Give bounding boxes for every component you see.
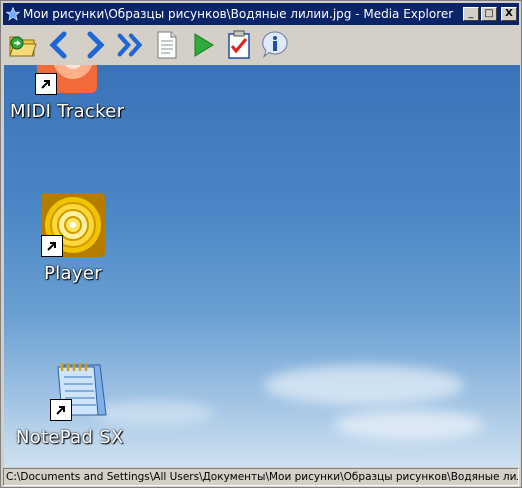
fast-forward-icon (117, 33, 143, 57)
image-view[interactable]: MIDI Tracker Player NotePad SX (4, 65, 520, 467)
minimize-button[interactable]: _ (463, 7, 479, 21)
forward-button[interactable] (79, 29, 111, 61)
shortcut-arrow-icon (35, 73, 58, 95)
folder-open-icon (9, 36, 37, 57)
desktop-icon-midi-tracker[interactable]: MIDI Tracker (10, 65, 124, 122)
maximize-button[interactable]: □ (481, 7, 497, 21)
shortcut-arrow-icon (41, 235, 63, 257)
desktop-icon-player[interactable]: Player (41, 193, 105, 284)
back-button[interactable] (43, 29, 75, 61)
play-button[interactable] (187, 29, 219, 61)
window-title: Мои рисунки\Образцы рисунков\Водяные лил… (23, 7, 454, 21)
open-folder-button[interactable] (7, 29, 39, 61)
title-bar[interactable]: Мои рисунки\Образцы рисунков\Водяные лил… (3, 3, 519, 25)
maximize-icon: □ (484, 8, 494, 19)
desktop-icon-label: MIDI Tracker (10, 101, 125, 122)
checklist-icon (228, 30, 250, 59)
fast-forward-button[interactable] (115, 29, 147, 61)
info-icon (262, 31, 288, 58)
toolbar (3, 25, 519, 65)
minimize-icon: _ (468, 8, 474, 19)
cloud (264, 365, 464, 405)
play-icon (194, 33, 214, 57)
status-bar: C:\Documents and Settings\All Users\Доку… (3, 468, 519, 486)
back-arrow-icon (49, 31, 67, 59)
forward-arrow-icon (87, 31, 105, 59)
info-button[interactable] (259, 29, 291, 61)
document-button[interactable] (151, 29, 183, 61)
desktop-icon-notepad[interactable]: NotePad SX (16, 357, 124, 448)
media-explorer-window: Мои рисунки\Образцы рисунков\Водяные лил… (0, 0, 522, 488)
close-icon: X (505, 8, 513, 19)
shortcut-arrow-icon (49, 399, 72, 421)
desktop-icon-label: NotePad SX (16, 427, 124, 448)
checklist-button[interactable] (223, 29, 255, 61)
cloud (334, 410, 484, 440)
document-icon (157, 31, 177, 59)
desktop-icon-label: Player (44, 263, 102, 284)
close-button[interactable]: X (501, 7, 517, 21)
star-icon (5, 6, 21, 22)
